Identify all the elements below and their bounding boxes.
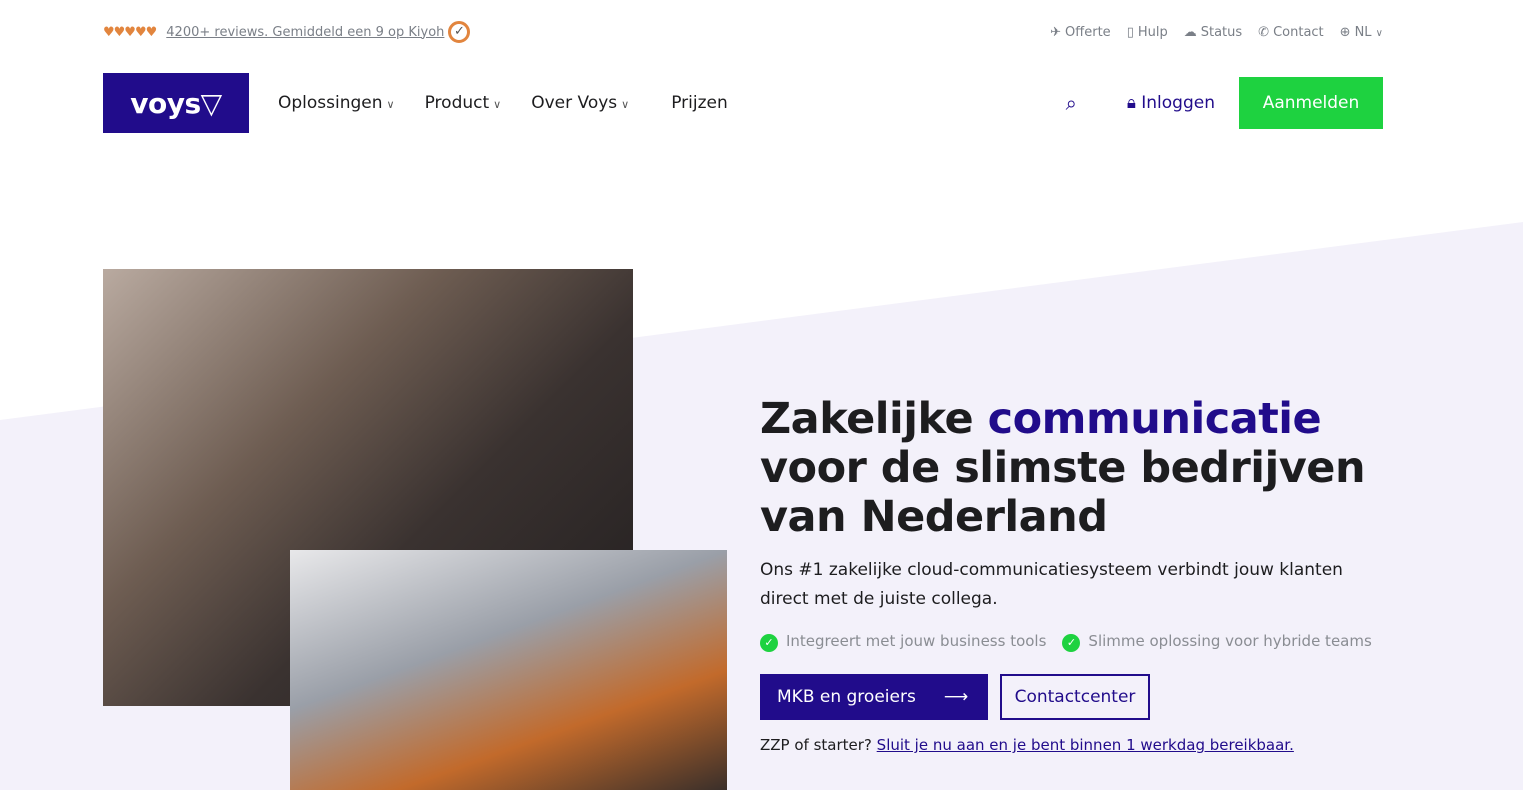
reviews-link[interactable]: 4200+ reviews. Gemiddeld een 9 op Kiyoh bbox=[166, 25, 444, 40]
rating-hearts-icon: ♥♥♥♥♥ bbox=[103, 24, 157, 40]
voys-logo[interactable]: voys▽ bbox=[103, 73, 249, 133]
chevron-down-icon: ∨ bbox=[621, 98, 630, 111]
chevron-down-icon: ∨ bbox=[493, 98, 502, 111]
book-icon: ▯ bbox=[1126, 24, 1134, 40]
search-icon[interactable]: ⌕ bbox=[1066, 91, 1077, 115]
check-item: ✓ Slimme oplossing voor hybride teams bbox=[1062, 632, 1372, 652]
zzp-link[interactable]: Sluit je nu aan en je bent binnen 1 werk… bbox=[877, 736, 1294, 754]
nav-oplossingen[interactable]: Oplossingen ∨ bbox=[278, 93, 395, 113]
kiyoh-logo-icon: ✓ bbox=[448, 21, 471, 43]
arrow-right-icon: ⟶ bbox=[943, 687, 969, 707]
check-item: ✓ Integreert met jouw business tools bbox=[760, 632, 1046, 652]
offerte-link[interactable]: ✈ Offerte bbox=[1050, 25, 1111, 40]
hero-title: Zakelijke communicatie voor de slimste be… bbox=[760, 394, 1366, 542]
chevron-down-icon: ∨ bbox=[386, 98, 395, 111]
mkb-button[interactable]: MKB en groeiers ⟶ bbox=[760, 674, 988, 720]
language-select[interactable]: ⊕ NL ∨ bbox=[1340, 25, 1383, 40]
phone-icon: ✆ bbox=[1258, 24, 1270, 40]
main-nav: voys▽ Oplossingen ∨ Product ∨ Over Voys ∨ P… bbox=[103, 73, 1383, 133]
signup-button[interactable]: Aanmelden bbox=[1239, 77, 1383, 129]
lock-icon: 🔒︎ bbox=[1126, 93, 1136, 113]
quote-icon: ✈ bbox=[1050, 24, 1062, 40]
hero-subtitle: Ons #1 zakelijke cloud-communicatiesyste… bbox=[760, 560, 1343, 609]
contact-link[interactable]: ✆ Contact bbox=[1258, 25, 1323, 40]
check-icon: ✓ bbox=[1062, 634, 1081, 652]
chevron-down-icon: ∨ bbox=[1375, 27, 1383, 39]
hulp-link[interactable]: ▯ Hulp bbox=[1127, 25, 1168, 40]
nav-product[interactable]: Product ∨ bbox=[425, 93, 502, 113]
nav-over-voys[interactable]: Over Voys ∨ bbox=[531, 93, 629, 113]
status-link[interactable]: ☁ Status bbox=[1184, 25, 1242, 40]
login-link[interactable]: 🔒︎ Inloggen bbox=[1127, 93, 1215, 113]
top-bar: ♥♥♥♥♥ 4200+ reviews. Gemiddeld een 9 op … bbox=[103, 20, 1383, 44]
zzp-note: ZZP of starter? Sluit je nu aan en je be… bbox=[760, 736, 1294, 754]
hero-section: Zakelijke communicatie voor de slimste be… bbox=[760, 395, 1400, 754]
cloud-icon: ☁ bbox=[1183, 24, 1197, 40]
check-icon: ✓ bbox=[760, 634, 778, 652]
nav-prijzen[interactable]: Prijzen bbox=[671, 93, 728, 113]
contactcenter-button[interactable]: Contactcenter bbox=[1000, 674, 1150, 720]
globe-icon: ⊕ bbox=[1339, 24, 1351, 40]
hero-photo-man bbox=[290, 550, 727, 790]
